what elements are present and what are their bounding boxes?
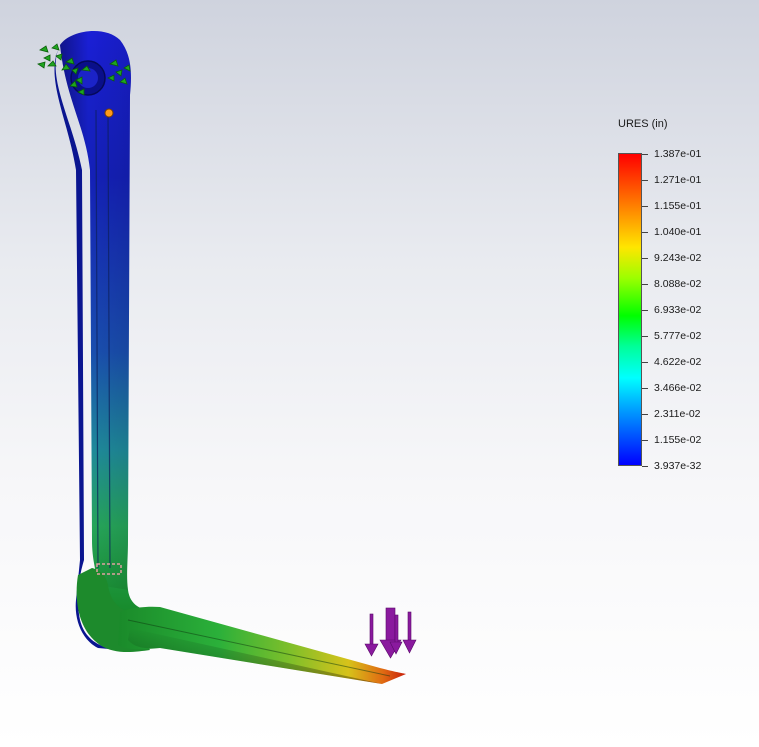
legend-tick (642, 414, 648, 415)
legend-tick (642, 206, 648, 207)
legend-tick-label: 1.040e-01 (654, 226, 702, 238)
legend-tick-label: 1.155e-02 (654, 434, 702, 446)
legend-tick-label: 3.937e-32 (654, 460, 702, 472)
legend-tick (642, 336, 648, 337)
legend-tick (642, 180, 648, 181)
legend-tick-label: 2.311e-02 (654, 408, 701, 420)
legend-tick (642, 258, 648, 259)
legend-tick (642, 362, 648, 363)
legend-tick-label: 6.933e-02 (654, 304, 702, 316)
legend-tick-label: 1.271e-01 (654, 174, 702, 186)
legend-tick-label: 4.622e-02 (654, 356, 702, 368)
probe-point-icon[interactable] (104, 108, 114, 118)
legend-color-bar (618, 153, 642, 466)
legend-tick-label: 3.466e-02 (654, 382, 702, 394)
legend-tick (642, 232, 648, 233)
legend-tick-label: 8.088e-02 (654, 278, 702, 290)
legend-title: URES (in) (618, 118, 668, 130)
legend-tick-label: 1.155e-01 (654, 200, 702, 212)
legend-tick-label: 5.777e-02 (654, 330, 702, 342)
legend-tick (642, 388, 648, 389)
force-arrows-icon[interactable] (364, 607, 417, 659)
legend-tick (642, 310, 648, 311)
legend-tick (642, 440, 648, 441)
legend-tick-label: 9.243e-02 (654, 252, 702, 264)
legend-tick-label: 1.387e-01 (654, 148, 702, 160)
legend-tick (642, 284, 648, 285)
legend-tick (642, 466, 648, 467)
legend-tick (642, 154, 648, 155)
model-viewport[interactable] (0, 0, 759, 747)
